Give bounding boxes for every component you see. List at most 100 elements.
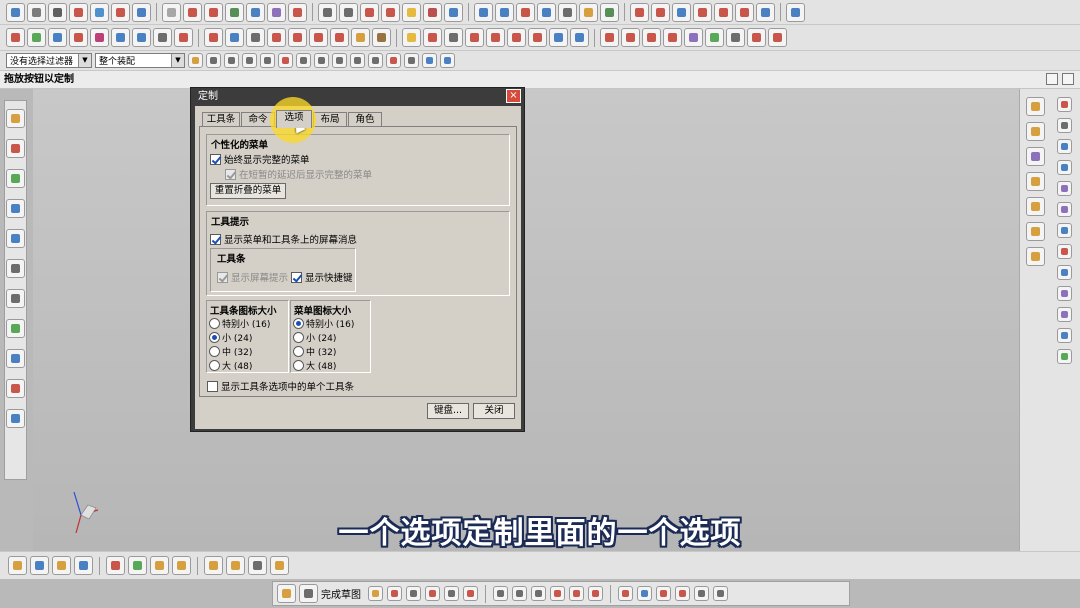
- toolbar-tool-icon[interactable]: [713, 586, 728, 601]
- toolbar-tool-icon[interactable]: [630, 2, 649, 22]
- size-radio[interactable]: 小 (24): [209, 331, 252, 344]
- toolbar-tool-icon[interactable]: [694, 586, 709, 601]
- toolbar-tool-icon[interactable]: [132, 28, 151, 47]
- radio-dot[interactable]: [293, 360, 304, 371]
- toolbar-tool-icon[interactable]: [444, 586, 459, 601]
- toolbar-tool-icon[interactable]: [288, 2, 307, 22]
- toolbar-tool-icon[interactable]: [531, 586, 546, 601]
- toolbar-tool-icon[interactable]: [1057, 328, 1072, 343]
- toolbar-tool-icon[interactable]: [74, 556, 93, 575]
- toolbar-tool-icon[interactable]: [188, 53, 203, 68]
- toolbar-tool-icon[interactable]: [1057, 265, 1072, 280]
- toolbar-tool-icon[interactable]: [242, 53, 257, 68]
- toolbar-tool-icon[interactable]: [735, 2, 754, 22]
- toolbar-tool-icon[interactable]: [1026, 197, 1045, 216]
- toolbar-tool-icon[interactable]: [69, 28, 88, 47]
- toolbar-tool-icon[interactable]: [183, 2, 202, 22]
- radio-dot[interactable]: [209, 346, 220, 357]
- toolbar-tool-icon[interactable]: [8, 556, 27, 575]
- filter-select[interactable]: 没有选择过滤器 ▼: [6, 53, 92, 68]
- toolbar-tool-icon[interactable]: [318, 2, 337, 22]
- toolbar-tool-icon[interactable]: [516, 2, 535, 22]
- toolbar-tool-icon[interactable]: [52, 556, 71, 575]
- toolbar-tool-icon[interactable]: [786, 2, 805, 22]
- tab-roles[interactable]: 角色: [348, 112, 382, 127]
- checkbox-box[interactable]: [291, 271, 302, 283]
- toolbar-tool-icon[interactable]: [651, 2, 670, 22]
- assembly-select[interactable]: 整个装配 ▼: [95, 53, 185, 68]
- toolbar-tool-icon[interactable]: [111, 2, 130, 22]
- shortcuts-checkbox[interactable]: 显示快捷键: [291, 270, 353, 284]
- toolbar-tool-icon[interactable]: [1057, 202, 1072, 217]
- toolbar-tool-icon[interactable]: [537, 2, 556, 22]
- toolbar-tool-icon[interactable]: [1026, 147, 1045, 166]
- toolbar-tool-icon[interactable]: [1057, 118, 1072, 133]
- toolbar-tool-icon[interactable]: [569, 586, 584, 601]
- toolbar-tool-icon[interactable]: [6, 2, 25, 22]
- toolbar-tool-icon[interactable]: [6, 109, 25, 128]
- size-radio[interactable]: 大 (48): [209, 359, 252, 372]
- toolbar-tool-icon[interactable]: [406, 586, 421, 601]
- toolbar-tool-icon[interactable]: [204, 2, 223, 22]
- toolbar-tool-icon[interactable]: [270, 556, 289, 575]
- toolbar-tool-icon[interactable]: [69, 2, 88, 22]
- toolbar-tool-icon[interactable]: [368, 53, 383, 68]
- toolbar-tool-icon[interactable]: [422, 53, 437, 68]
- toolbar-tool-icon[interactable]: [267, 28, 286, 47]
- keyboard-button[interactable]: 键盘...: [427, 403, 469, 419]
- toolbar-tool-icon[interactable]: [1057, 244, 1072, 259]
- toolbar-tool-icon[interactable]: [162, 2, 181, 22]
- maximize-icon[interactable]: [1062, 73, 1074, 85]
- toolbar-tool-icon[interactable]: [368, 586, 383, 601]
- toolbar-tool-icon[interactable]: [444, 2, 463, 22]
- toolbar-tool-icon[interactable]: [106, 556, 125, 575]
- size-radio[interactable]: 小 (24): [293, 331, 336, 344]
- reset-menus-button[interactable]: 重置折叠的菜单: [210, 183, 286, 199]
- toolbar-tool-icon[interactable]: [6, 259, 25, 278]
- toolbar-tool-icon[interactable]: [260, 53, 275, 68]
- restore-icon[interactable]: [1046, 73, 1058, 85]
- radio-dot[interactable]: [293, 346, 304, 357]
- checkbox-box[interactable]: [210, 233, 221, 245]
- toolbar-tool-icon[interactable]: [1057, 307, 1072, 322]
- toolbar-tool-icon[interactable]: [425, 586, 440, 601]
- toolbar-tool-icon[interactable]: [756, 2, 775, 22]
- toolbar-tool-icon[interactable]: [600, 2, 619, 22]
- toolbar-tool-icon[interactable]: [402, 28, 421, 47]
- toolbar-tool-icon[interactable]: [172, 556, 191, 575]
- toolbar-tool-icon[interactable]: [1026, 172, 1045, 191]
- toolbar-tool-icon[interactable]: [350, 53, 365, 68]
- toolbar-tool-icon[interactable]: [621, 28, 640, 47]
- toolbar-tool-icon[interactable]: [6, 379, 25, 398]
- size-radio[interactable]: 中 (32): [209, 345, 252, 358]
- toolbar-tool-icon[interactable]: [150, 556, 169, 575]
- toolbar-tool-icon[interactable]: [465, 28, 484, 47]
- toolbar-tool-icon[interactable]: [705, 28, 724, 47]
- toolbar-tool-icon[interactable]: [6, 28, 25, 47]
- toolbar-tool-icon[interactable]: [386, 53, 401, 68]
- toolbar-tool-icon[interactable]: [6, 409, 25, 428]
- toolbar-tool-icon[interactable]: [684, 28, 703, 47]
- toolbar-tool-icon[interactable]: [423, 2, 442, 22]
- checkbox-box[interactable]: [207, 380, 218, 392]
- toolbar-tool-icon[interactable]: [267, 2, 286, 22]
- toolbar-tool-icon[interactable]: [463, 586, 478, 601]
- radio-dot[interactable]: [209, 360, 220, 371]
- toolbar-tool-icon[interactable]: [768, 28, 787, 47]
- toolbar-tool-icon[interactable]: [309, 28, 328, 47]
- toolbar-tool-icon[interactable]: [288, 28, 307, 47]
- single-toolbar-checkbox[interactable]: 显示工具条选项中的单个工具条: [207, 379, 354, 393]
- toolbar-tool-icon[interactable]: [402, 2, 421, 22]
- tab-toolbars[interactable]: 工具条: [202, 112, 240, 127]
- toolbar-tool-icon[interactable]: [226, 556, 245, 575]
- toolbar-tool-icon[interactable]: [663, 28, 682, 47]
- toolbar-tool-icon[interactable]: [111, 28, 130, 47]
- always-full-menu-checkbox[interactable]: 始终显示完整的菜单: [210, 152, 310, 166]
- toolbar-tool-icon[interactable]: [637, 586, 652, 601]
- sketch-icon[interactable]: [277, 584, 296, 603]
- toolbar-tool-icon[interactable]: [30, 556, 49, 575]
- toolbar-tool-icon[interactable]: [339, 2, 358, 22]
- toolbar-tool-icon[interactable]: [579, 2, 598, 22]
- toolbar-tool-icon[interactable]: [27, 28, 46, 47]
- toolbar-tool-icon[interactable]: [6, 229, 25, 248]
